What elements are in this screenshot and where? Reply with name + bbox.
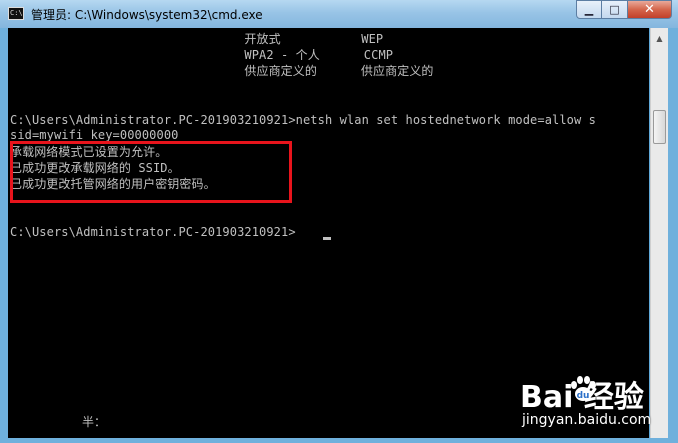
scroll-up-arrow-icon[interactable]: ▲	[652, 30, 667, 46]
svg-text:du: du	[577, 391, 590, 401]
paw-icon: du	[571, 376, 596, 401]
minimize-button[interactable]: ▁	[576, 0, 602, 19]
watermark: Bai 经验 du jingyan.baidu.com	[520, 372, 670, 438]
highlight-annotation	[10, 141, 292, 203]
console-line: C:\Users\Administrator.PC-201903210921>n…	[10, 113, 596, 127]
console-line: WPA2 - 个人 CCMP	[10, 48, 394, 62]
close-button[interactable]: ✕	[628, 0, 672, 19]
maximize-button[interactable]: □	[602, 0, 628, 19]
window-title: 管理员: C:\Windows\system32\cmd.exe	[31, 8, 263, 22]
console-icon[interactable]: C:\	[8, 7, 24, 20]
minimize-icon: ▁	[584, 3, 594, 16]
close-icon: ✕	[644, 2, 655, 17]
scrollbar-thumb[interactable]	[653, 110, 666, 144]
caption-buttons: ▁ □ ✕	[576, 0, 672, 20]
maximize-icon: □	[609, 3, 620, 16]
cmd-window: C:\ 管理员: C:\Windows\system32\cmd.exe ▁ □…	[0, 0, 678, 443]
window-bottom-border	[0, 438, 678, 443]
ime-status: 半：	[82, 415, 107, 429]
console-line: 供应商定义的 供应商定义的	[10, 64, 434, 78]
console-line: 开放式 WEP	[10, 32, 384, 46]
watermark-url: jingyan.baidu.com	[522, 412, 652, 428]
window-left-border	[0, 28, 8, 443]
console-prompt: C:\Users\Administrator.PC-201903210921>	[10, 225, 296, 239]
title-bar[interactable]: C:\ 管理员: C:\Windows\system32\cmd.exe ▁ □…	[0, 0, 678, 28]
text-cursor	[323, 237, 331, 240]
